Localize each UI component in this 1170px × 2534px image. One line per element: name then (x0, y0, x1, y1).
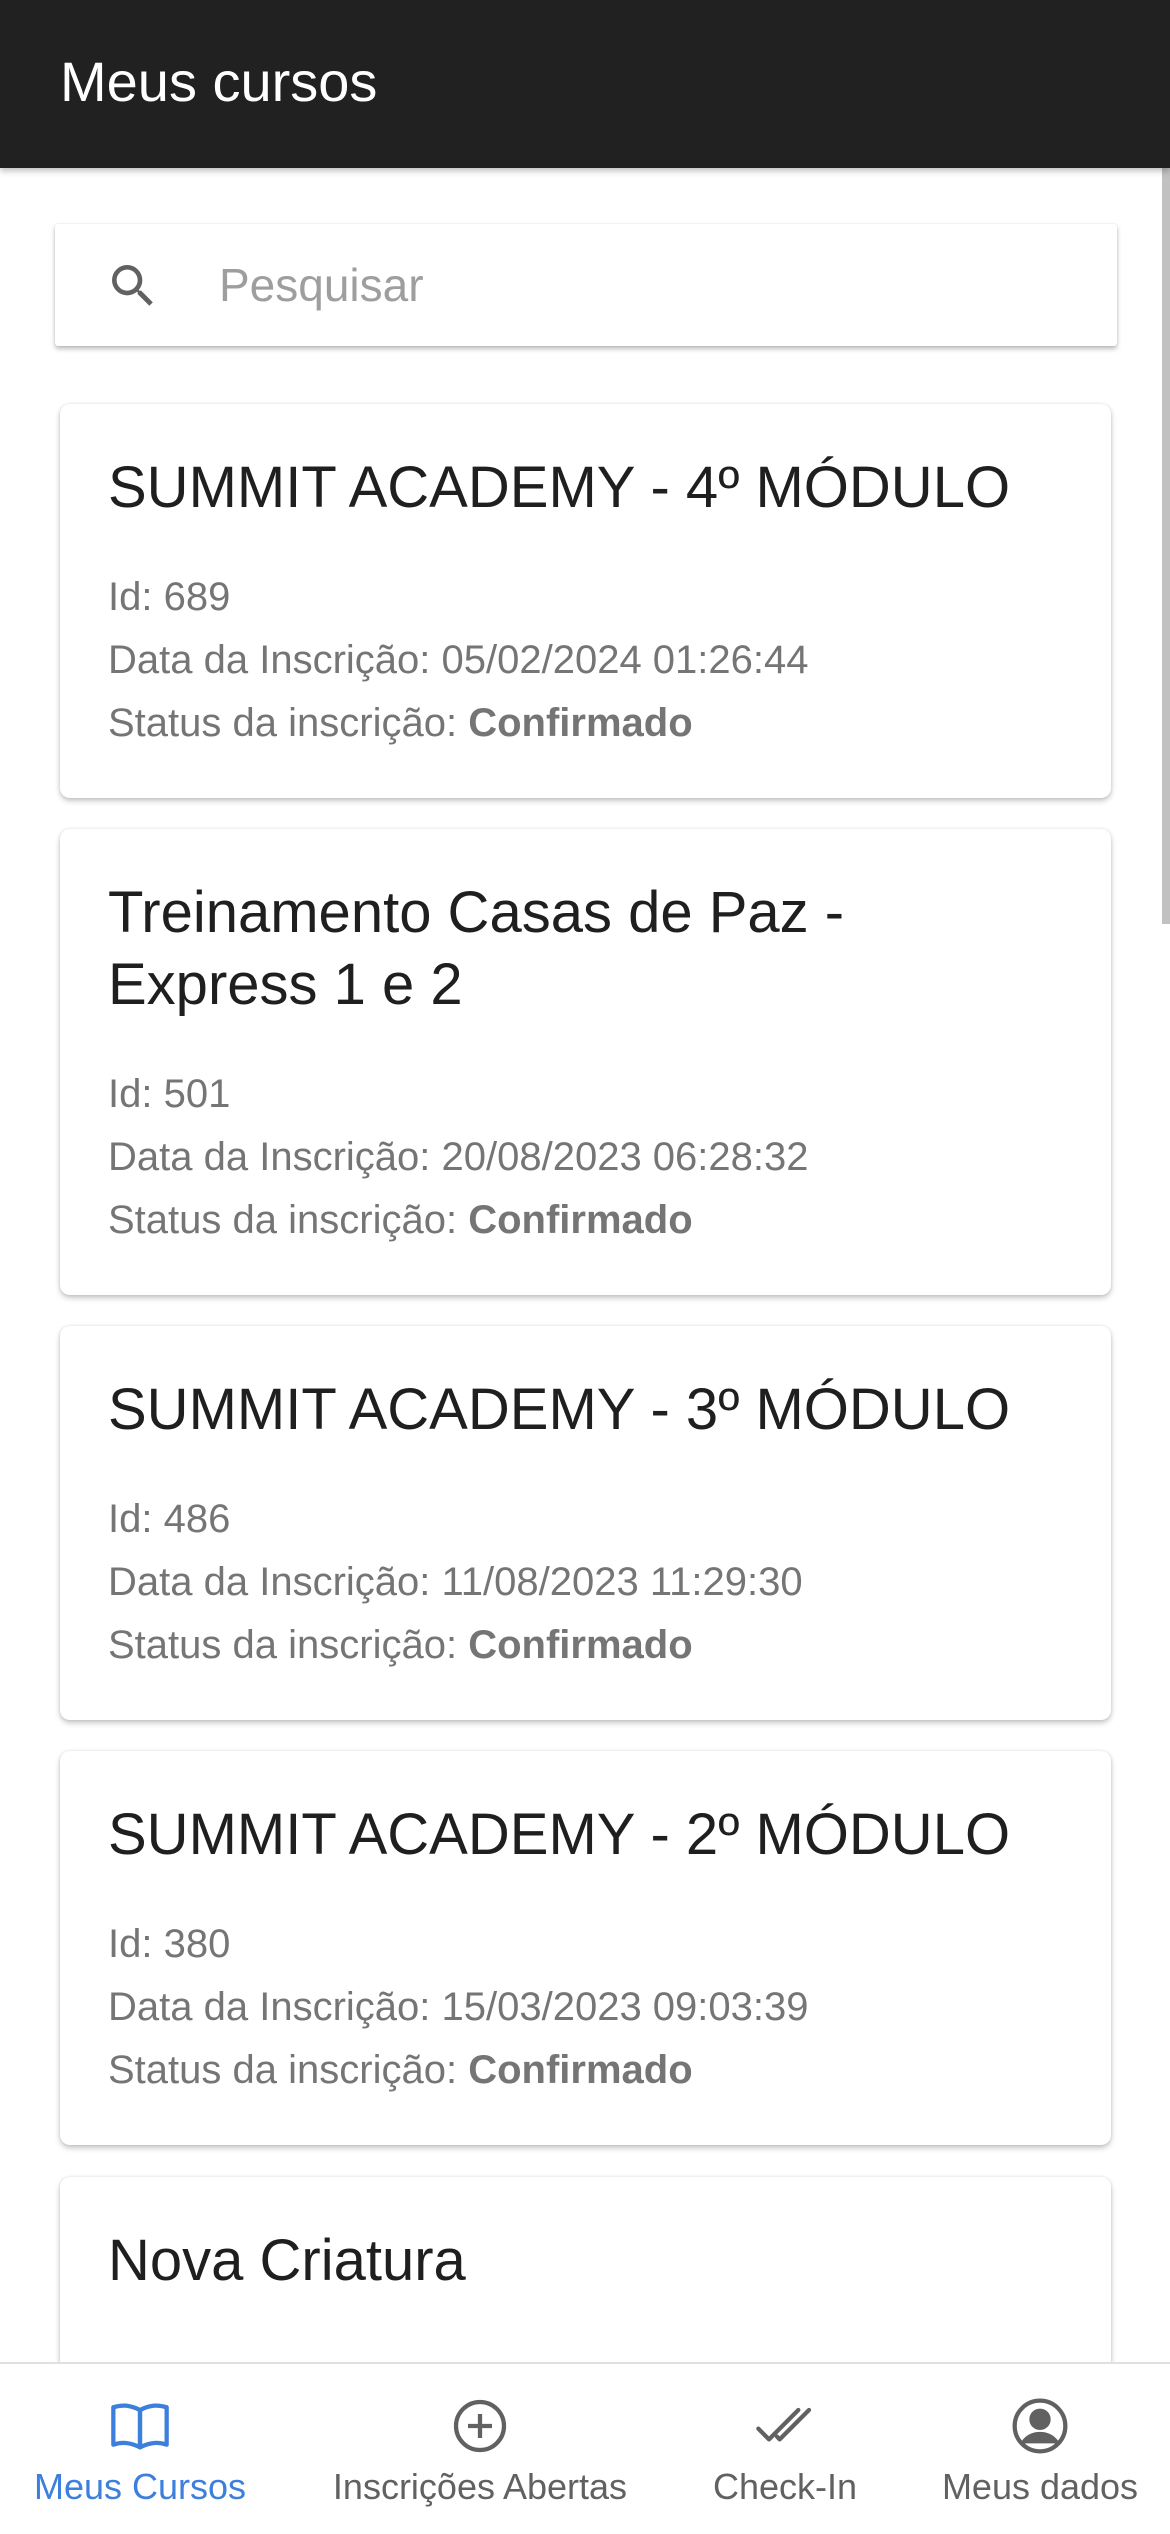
course-status-row: Status da inscrição: Confirmado (108, 692, 1063, 755)
id-label: Id: (108, 1922, 164, 1966)
date-label: Data da Inscrição: (108, 1560, 442, 1604)
course-id-row: Id: 380 (108, 1913, 1063, 1976)
course-card[interactable]: SUMMIT ACADEMY - 2º MÓDULO Id: 380 Data … (60, 1751, 1111, 2145)
nav-item-meus-dados[interactable]: Meus dados (925, 2364, 1155, 2534)
double-check-icon (756, 2407, 812, 2442)
course-date-row: Data da Inscrição: 15/03/2023 09:03:39 (108, 1976, 1063, 2039)
course-title: SUMMIT ACADEMY - 3º MÓDULO (108, 1377, 1011, 1442)
status-value: Confirmado (468, 1623, 693, 1667)
search-icon (112, 265, 153, 306)
course-meta: Id: 486 Data da Inscrição: 11/08/2023 11… (108, 1488, 1063, 1677)
course-status-row: Status da inscrição: Confirmado (108, 1189, 1063, 1252)
course-date: 20/08/2023 06:28:32 (441, 1135, 809, 1179)
account-circle-icon (1012, 2398, 1068, 2454)
course-id: 486 (163, 1497, 231, 1541)
course-list-area: SUMMIT ACADEMY - 4º MÓDULO Id: 689 Data … (0, 168, 1170, 2362)
course-title: Treinamento Casas de Paz - Express 1 e 2 (108, 880, 845, 1017)
search-input[interactable] (219, 244, 1079, 326)
course-card[interactable]: Nova Criatura (60, 2177, 1111, 2362)
course-status-row: Status da inscrição: Confirmado (108, 1614, 1063, 1677)
date-label: Data da Inscrição: (108, 1135, 442, 1179)
search-box[interactable] (55, 224, 1117, 346)
course-meta: Id: 689 Data da Inscrição: 05/02/2024 01… (108, 566, 1063, 755)
course-card[interactable]: Treinamento Casas de Paz - Express 1 e 2… (60, 829, 1111, 1295)
course-date-row: Data da Inscrição: 20/08/2023 06:28:32 (108, 1126, 1063, 1189)
status-label: Status da inscrição: (108, 701, 469, 745)
date-label: Data da Inscrição: (108, 638, 442, 682)
nav-item-check-in[interactable]: Check-In (690, 2364, 880, 2534)
status-label: Status da inscrição: (108, 2048, 469, 2092)
course-id-row: Id: 689 (108, 566, 1063, 629)
status-label: Status da inscrição: (108, 1198, 469, 1242)
course-id-row: Id: 486 (108, 1488, 1063, 1551)
book-open-icon (111, 2403, 169, 2450)
course-title: Nova Criatura (108, 2228, 466, 2293)
bottom-navigation: Meus Cursos Inscrições Abertas Check-In … (0, 2362, 1170, 2532)
course-card[interactable]: SUMMIT ACADEMY - 3º MÓDULO Id: 486 Data … (60, 1326, 1111, 1720)
course-card[interactable]: SUMMIT ACADEMY - 4º MÓDULO Id: 689 Data … (60, 404, 1111, 798)
course-date-row: Data da Inscrição: 05/02/2024 01:26:44 (108, 629, 1063, 692)
course-date: 11/08/2023 11:29:30 (441, 1560, 803, 1604)
course-date-row: Data da Inscrição: 11/08/2023 11:29:30 (108, 1551, 1063, 1614)
nav-label: Meus Cursos (33, 2466, 247, 2507)
nav-item-inscricoes-abertas[interactable]: Inscrições Abertas (318, 2364, 642, 2534)
plus-circle-icon (453, 2399, 507, 2453)
nav-label: Inscrições Abertas (332, 2466, 628, 2507)
course-meta: Id: 501 Data da Inscrição: 20/08/2023 06… (108, 1063, 1063, 1252)
course-title: SUMMIT ACADEMY - 2º MÓDULO (108, 1802, 1011, 1867)
status-label: Status da inscrição: (108, 1623, 469, 1667)
scrollbar[interactable] (1162, 168, 1170, 924)
course-id: 689 (163, 575, 231, 619)
nav-label: Meus dados (941, 2466, 1139, 2507)
status-value: Confirmado (468, 1198, 693, 1242)
course-title: SUMMIT ACADEMY - 4º MÓDULO (108, 455, 1011, 520)
course-meta: Id: 380 Data da Inscrição: 15/03/2023 09… (108, 1913, 1063, 2102)
course-date: 15/03/2023 09:03:39 (441, 1985, 809, 2029)
id-label: Id: (108, 575, 164, 619)
page-title: Meus cursos (60, 49, 378, 113)
nav-item-meus-cursos[interactable]: Meus Cursos (20, 2364, 260, 2534)
course-status-row: Status da inscrição: Confirmado (108, 2039, 1063, 2102)
course-date: 05/02/2024 01:26:44 (441, 638, 809, 682)
app-bar: Meus cursos (0, 0, 1170, 168)
nav-label: Check-In (712, 2466, 858, 2507)
status-value: Confirmado (468, 701, 693, 745)
id-label: Id: (108, 1497, 164, 1541)
id-label: Id: (108, 1072, 164, 1116)
course-id: 380 (163, 1922, 231, 1966)
status-value: Confirmado (468, 2048, 693, 2092)
course-id: 501 (163, 1072, 231, 1116)
course-id-row: Id: 501 (108, 1063, 1063, 1126)
date-label: Data da Inscrição: (108, 1985, 442, 2029)
